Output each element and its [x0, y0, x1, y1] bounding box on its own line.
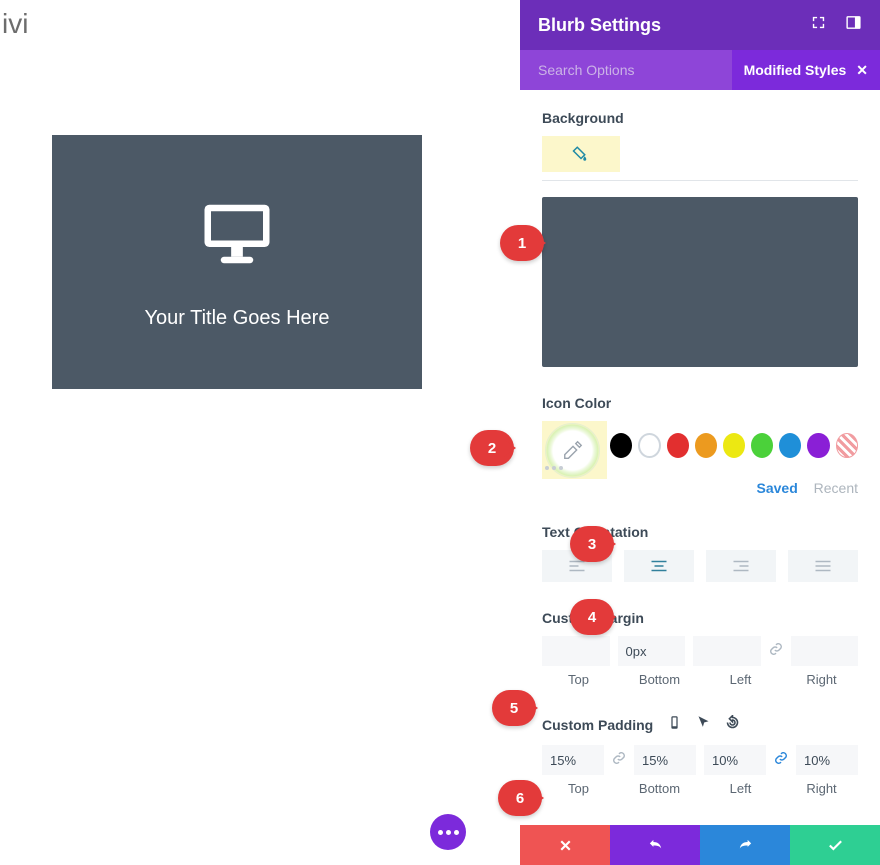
margin-top-label: Top [542, 672, 615, 687]
save-button[interactable] [790, 825, 880, 865]
annotation-marker-5: 5 [492, 690, 536, 726]
annotation-marker-4: 4 [570, 599, 614, 635]
filter-bar: Search Options Modified Styles ✕ [520, 50, 880, 90]
margin-right-label: Right [785, 672, 858, 687]
icon-color-label: Icon Color [542, 395, 858, 411]
align-right-button[interactable] [706, 550, 776, 582]
annotation-marker-3: 3 [570, 526, 614, 562]
color-swatch[interactable] [638, 433, 661, 458]
margin-top-input[interactable] [542, 636, 610, 666]
expand-icon[interactable] [810, 14, 827, 36]
padding-bottom-input[interactable]: 15% [634, 745, 696, 775]
custom-padding-label: Custom Padding [542, 717, 653, 733]
modified-styles-label: Modified Styles [744, 62, 847, 78]
settings-panel: Blurb Settings Search Options Modified S… [520, 0, 880, 865]
background-label: Background [542, 110, 858, 126]
divider [542, 180, 858, 181]
fab-more-button[interactable] [430, 814, 466, 850]
align-justify-button[interactable] [788, 550, 858, 582]
phone-icon[interactable] [667, 715, 682, 735]
padding-right-label: Right [785, 781, 858, 796]
align-center-button[interactable] [624, 550, 694, 582]
color-swatch[interactable] [751, 433, 773, 458]
close-icon[interactable]: ✕ [856, 62, 868, 79]
dock-icon[interactable] [845, 14, 862, 36]
link-icon[interactable] [769, 642, 783, 661]
brand-text: ivi [0, 0, 519, 40]
color-swatch[interactable] [610, 433, 632, 458]
color-picker-highlight [542, 421, 607, 479]
color-swatch[interactable] [779, 433, 801, 458]
search-options-label[interactable]: Search Options [538, 62, 635, 78]
panel-footer [520, 825, 880, 865]
color-swatch-none[interactable] [836, 433, 858, 458]
modified-styles-chip[interactable]: Modified Styles ✕ [732, 50, 880, 90]
padding-left-input[interactable]: 10% [704, 745, 766, 775]
text-color-label: Text Color [542, 824, 858, 825]
blurb-title: Your Title Goes Here [145, 307, 330, 330]
monitor-icon [198, 195, 276, 273]
margin-left-label: Left [704, 672, 777, 687]
link-icon[interactable] [612, 751, 626, 770]
panel-title: Blurb Settings [538, 15, 661, 36]
close-button[interactable] [520, 825, 610, 865]
blurb-module[interactable]: Your Title Goes Here [52, 135, 422, 389]
preview-pane: ivi Your Title Goes Here [0, 0, 519, 865]
saved-tab[interactable]: Saved [757, 480, 798, 496]
panel-header: Blurb Settings [520, 0, 880, 50]
dots-icon [438, 830, 459, 835]
annotation-marker-2: 2 [470, 430, 514, 466]
panel-body: Background Icon Color [520, 90, 880, 825]
color-swatch[interactable] [723, 433, 745, 458]
link-icon[interactable] [774, 751, 788, 770]
annotation-marker-6: 6 [498, 780, 542, 816]
annotation-marker-1: 1 [500, 225, 544, 261]
padding-bottom-label: Bottom [623, 781, 696, 796]
padding-right-input[interactable]: 10% [796, 745, 858, 775]
cursor-icon[interactable] [696, 715, 711, 735]
margin-bottom-label: Bottom [623, 672, 696, 687]
color-swatch[interactable] [695, 433, 717, 458]
color-swatch[interactable] [667, 433, 689, 458]
redo-button[interactable] [700, 825, 790, 865]
background-preview[interactable] [542, 197, 858, 367]
padding-top-input[interactable]: 15% [542, 745, 604, 775]
background-fill-button[interactable] [542, 136, 620, 172]
undo-button[interactable] [610, 825, 700, 865]
margin-left-input[interactable] [693, 636, 761, 666]
margin-bottom-input[interactable]: 0px [618, 636, 686, 666]
color-swatch[interactable] [807, 433, 829, 458]
reset-icon[interactable] [725, 715, 740, 735]
recent-tab[interactable]: Recent [814, 480, 858, 496]
padding-left-label: Left [704, 781, 777, 796]
margin-right-input[interactable] [791, 636, 859, 666]
